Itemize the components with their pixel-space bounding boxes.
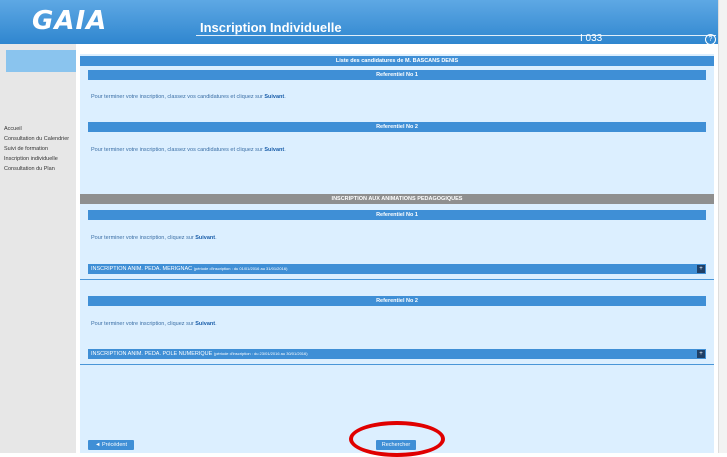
sidebar-item-suivi[interactable]: Suivi de formation [4,146,76,152]
suivant-link[interactable]: Suivant [195,235,215,241]
suivant-link[interactable]: Suivant [195,321,215,327]
main-panel: Liste des candidatures de M. BASCANS DEN… [80,54,714,453]
help-icon[interactable]: ? [705,34,716,45]
anim-row-pole-numerique[interactable]: INSCRIPTION ANIM. PEDA. POLE NUMERIQUE (… [88,349,706,359]
animations-header: INSCRIPTION AUX ANIMATIONS PEDAGOGIQUES [80,194,714,204]
page-title: Inscription Individuelle [200,20,342,35]
section-divider [80,364,714,365]
header-divider [196,35,716,36]
sidebar-item-plan[interactable]: Consultation du Plan [4,166,76,172]
app-header: GAIA Inscription Individuelle I 033 ? [0,0,727,45]
expand-icon[interactable]: + [697,265,705,273]
candidat-name: M. BASCANS DENIS [404,58,459,64]
highlight-circle [349,421,445,457]
sidebar-item-calendrier[interactable]: Consultation du Calendrier [4,136,76,142]
referentiel-1-header: Referentiel No 1 [88,70,706,80]
anim-instruction-text-2: Pour terminer votre inscription, cliquez… [91,321,217,327]
referentiel-2-header: Referentiel No 2 [88,122,706,132]
anim-referentiel-2-header: Referentiel No 2 [88,296,706,306]
anim-row-merignac[interactable]: INSCRIPTION ANIM. PEDA. MERIGNAC (périod… [88,264,706,274]
sidebar-item-accueil[interactable]: Accueil [4,126,76,132]
previous-button[interactable]: ◄ Précédent [88,440,134,450]
anim-referentiel-1-header: Referentiel No 1 [88,210,706,220]
sidebar-item-inscription[interactable]: Inscription individuelle [4,156,76,162]
suivant-link[interactable]: Suivant [264,94,284,100]
sidebar-nav: Accueil Consultation du Calendrier Suivi… [4,126,76,176]
page-scrollbar[interactable] [718,0,727,453]
sidebar-banner [6,50,76,72]
sidebar: Accueil Consultation du Calendrier Suivi… [0,44,76,453]
suivant-link[interactable]: Suivant [264,147,284,153]
instruction-text-2: Pour terminer votre inscription, classez… [91,147,286,153]
candidatures-header: Liste des candidatures de M. BASCANS DEN… [80,56,714,66]
section-divider [80,279,714,280]
expand-icon[interactable]: + [697,350,705,358]
instruction-text-1: Pour terminer votre inscription, classez… [91,94,286,100]
anim-instruction-text-1: Pour terminer votre inscription, cliquez… [91,235,217,241]
gaia-logo: GAIA [32,6,108,36]
page-code: I 033 [580,33,603,44]
